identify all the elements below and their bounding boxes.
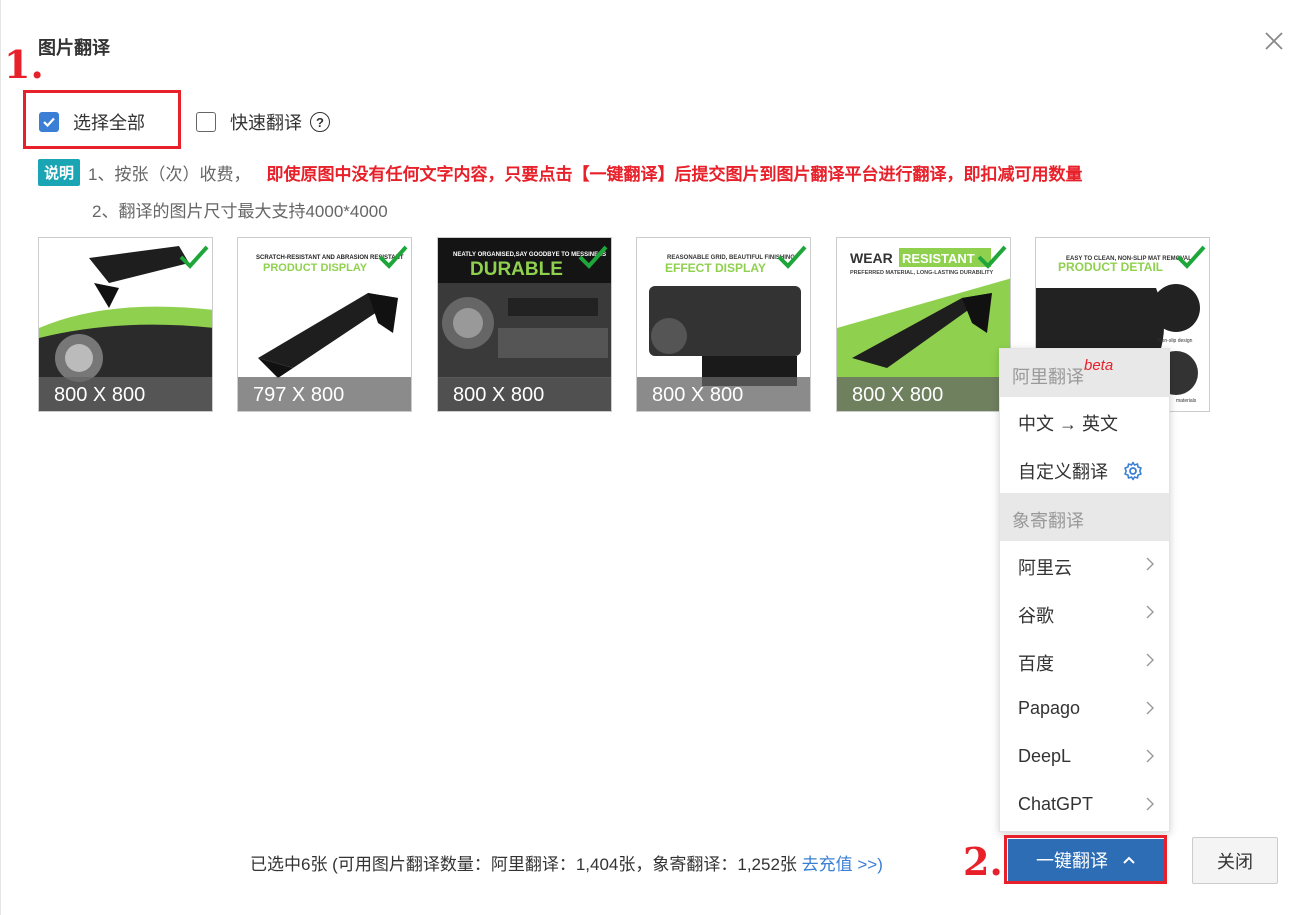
menu-group-ali-label: 阿里翻译 (1012, 367, 1084, 387)
translate-button-label: 一键翻译 (1036, 851, 1108, 871)
gear-icon[interactable] (1123, 461, 1143, 481)
note-line-1-highlight: 即使原图中没有任何文字内容，只要点击【一键翻译】后提交图片到图片翻译平台进行翻译… (266, 165, 1083, 184)
menu-item-provider-papago[interactable]: Papago (1000, 685, 1169, 733)
menu-item-provider-google[interactable]: 谷歌 (1000, 589, 1169, 637)
selected-check-icon (977, 245, 1007, 269)
note-line-1: 说明 1、按张（次）收费， 即使原图中没有任何文字内容，只要点击【一键翻译】后提… (38, 159, 1082, 186)
image-thumbnail-5[interactable]: WEAR RESISTANT PREFERRED MATERIAL, LONG-… (836, 237, 1011, 412)
image-3-caption: DURABLE (470, 259, 563, 280)
image-dimensions: 800 X 800 (637, 377, 810, 411)
chevron-right-icon (1146, 701, 1154, 715)
chevron-right-icon (1146, 605, 1154, 619)
provider-label: 阿里云 (1018, 558, 1072, 578)
menu-item-custom-label: 自定义翻译 (1018, 462, 1108, 482)
select-all-label: 选择全部 (73, 113, 145, 133)
image-4-caption: EFFECT DISPLAY (665, 261, 766, 275)
chevron-right-icon (1146, 557, 1154, 571)
image-6-label-b: materials (1176, 398, 1197, 404)
image-6-caption: PRODUCT DETAIL (1058, 260, 1163, 274)
chevron-up-icon (1123, 856, 1135, 864)
image-thumbnail-1[interactable]: 800 X 800 (38, 237, 213, 412)
image-dimensions: 800 X 800 (39, 377, 212, 411)
one-click-translate-button[interactable]: 一键翻译 (1008, 839, 1164, 881)
selected-check-icon (378, 245, 408, 269)
menu-item-custom-translate[interactable]: 自定义翻译 (1000, 445, 1169, 493)
translate-provider-menu: 阿里翻译beta 中文 → 英文 自定义翻译 象寄翻译 阿里云 谷歌 百度 Pa… (999, 348, 1170, 832)
image-dimensions: 800 X 800 (837, 377, 1010, 411)
menu-item-provider-baidu[interactable]: 百度 (1000, 637, 1169, 685)
image-5-caption-2: RESISTANT (902, 251, 975, 266)
menu-item-provider-chatgpt[interactable]: ChatGPT (1000, 781, 1169, 829)
selected-check-icon (578, 245, 608, 269)
selected-check-icon (777, 245, 807, 269)
provider-label: 谷歌 (1018, 606, 1054, 626)
image-5-caption: WEAR (850, 250, 893, 266)
quick-translate-label: 快速翻译 (230, 113, 302, 133)
menu-item-zh-to-en[interactable]: 中文 → 英文 (1000, 397, 1169, 445)
close-icon[interactable] (1261, 28, 1287, 54)
annotation-marker-2: 2. (963, 839, 1003, 884)
quick-translate-checkbox[interactable]: 快速翻译 ? (196, 110, 330, 134)
image-translate-dialog: 图片翻译 1. 选择全部 快速翻译 ? 说明 1、按张（次）收费， 即使原图中没… (0, 0, 1314, 915)
image-thumbnail-3[interactable]: NEATLY ORGANISED,SAY GOODBYE TO MESSINES… (437, 237, 612, 412)
select-all-checkbox[interactable]: 选择全部 (39, 110, 145, 134)
chevron-right-icon (1146, 749, 1154, 763)
close-button[interactable]: 关闭 (1192, 837, 1278, 884)
selection-summary: 已选中6张 (可用图片翻译数量：阿里翻译：1,404张，象寄翻译：1,252张 … (250, 850, 883, 875)
provider-label: Papago (1018, 698, 1081, 718)
annotation-marker-1: 1. (4, 42, 44, 87)
menu-group-xiangji: 象寄翻译 (1000, 493, 1169, 541)
image-dimensions: 800 X 800 (438, 377, 611, 411)
image-thumbnail-2[interactable]: SCRATCH-RESISTANT AND ABRASION RESISTANT… (237, 237, 412, 412)
note-line-2: 2、翻译的图片尺寸最大支持4000*4000 (92, 202, 388, 221)
chevron-right-icon (1146, 653, 1154, 667)
note-line-1-prefix: 1、按张（次）收费， (88, 165, 251, 184)
menu-item-provider-deepl[interactable]: DeepL (1000, 733, 1169, 781)
provider-label: 百度 (1018, 654, 1054, 674)
menu-item-provider-aliyun[interactable]: 阿里云 (1000, 541, 1169, 589)
image-6-label-a: Non-slip design (1158, 338, 1193, 344)
recharge-link[interactable]: 去充值 >>) (802, 855, 883, 874)
image-thumbnail-4[interactable]: REASONABLE GRID, BEAUTIFUL FINISHING EFF… (636, 237, 811, 412)
checkbox-empty-icon[interactable] (196, 112, 216, 132)
chevron-right-icon (1146, 797, 1154, 811)
provider-label: DeepL (1018, 746, 1072, 766)
selected-check-icon (1176, 245, 1206, 269)
image-2-caption: PRODUCT DISPLAY (263, 262, 368, 274)
selected-check-icon (179, 245, 209, 269)
help-icon[interactable]: ? (310, 112, 330, 132)
checkbox-checked-icon[interactable] (39, 112, 59, 132)
menu-group-ali: 阿里翻译beta (1000, 349, 1169, 397)
selection-summary-text: 已选中6张 (可用图片翻译数量：阿里翻译：1,404张，象寄翻译：1,252张 (250, 855, 797, 874)
note-badge: 说明 (38, 159, 81, 186)
image-dimensions: 797 X 800 (238, 377, 411, 411)
image-5-subcaption: PREFERRED MATERIAL, LONG-LASTING DURABIL… (850, 270, 994, 276)
provider-label: ChatGPT (1018, 794, 1094, 814)
beta-badge: beta (1084, 357, 1114, 374)
dialog-title: 图片翻译 (38, 38, 110, 58)
